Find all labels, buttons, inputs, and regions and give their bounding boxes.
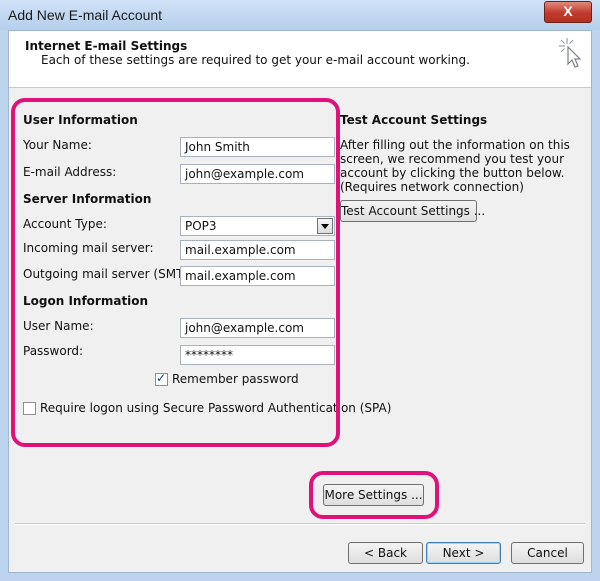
account-fields-highlight — [11, 98, 340, 447]
dialog-header: Internet E-mail Settings Each of these s… — [9, 31, 591, 88]
title-bar[interactable]: Add New E-mail Account X — [0, 0, 600, 30]
test-settings-heading: Test Account Settings — [340, 113, 488, 127]
back-button[interactable]: < Back — [348, 542, 423, 564]
cancel-button[interactable]: Cancel — [511, 542, 584, 564]
footer-divider — [15, 523, 585, 525]
more-settings-highlight — [309, 471, 439, 519]
header-title: Internet E-mail Settings — [25, 39, 188, 53]
header-subtitle: Each of these settings are required to g… — [41, 53, 470, 67]
dialog-client-area: Internet E-mail Settings Each of these s… — [8, 30, 592, 573]
next-button[interactable]: Next > — [426, 542, 501, 564]
cursor-sparkle-icon — [559, 38, 582, 68]
close-button[interactable]: X — [544, 1, 592, 23]
window-title: Add New E-mail Account — [8, 7, 163, 23]
dialog-window: Add New E-mail Account X Internet E-mail… — [0, 0, 600, 581]
test-settings-description: After filling out the information on thi… — [340, 138, 570, 194]
test-account-settings-button[interactable]: Test Account Settings ... — [340, 200, 485, 222]
